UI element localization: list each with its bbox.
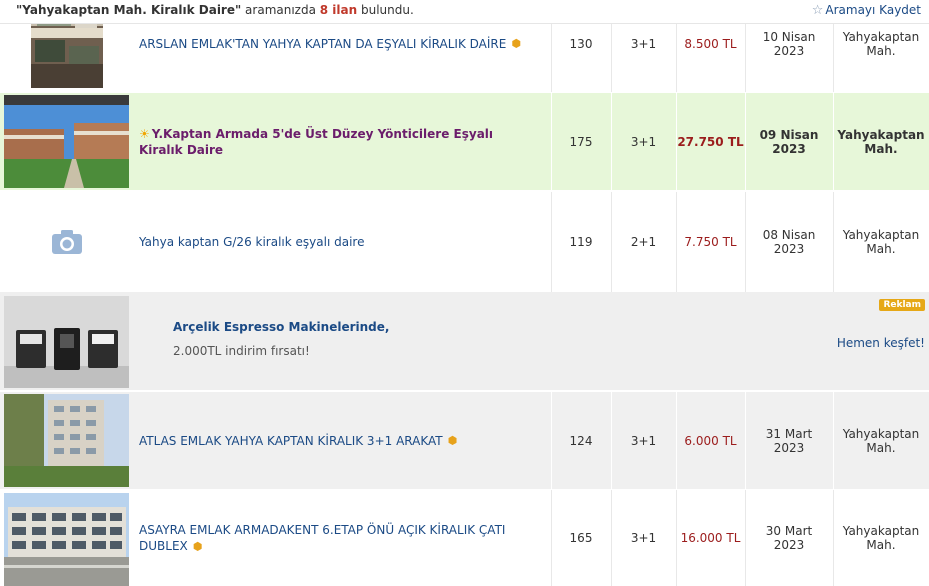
listing-title[interactable]: ATLAS EMLAK YAHYA KAPTAN KİRALIK 3+1 ARA… xyxy=(139,392,539,489)
listing-row-featured[interactable]: ☀ Y.Kaptan Armada 5'de Üst Düzey Yöntici̇… xyxy=(0,93,929,190)
pin-icon: ⬢ xyxy=(192,539,203,553)
save-search-button[interactable]: ☆ Aramayı Kaydet xyxy=(812,3,921,18)
listing-title[interactable]: ASAYRA EMLAK ARMADAKENT 6.ETAP ÖNÜ AÇIK … xyxy=(139,490,519,586)
ad-row[interactable]: Arçelik Espresso Makinelerinde, 2.000TL … xyxy=(0,292,929,390)
listing-location: Yahyakaptan Mah. xyxy=(837,127,925,156)
listing-thumbnail[interactable] xyxy=(4,95,129,188)
listing-date: 31 Mart 2023 xyxy=(765,426,813,455)
listing-row[interactable]: ASAYRA EMLAK ARMADAKENT 6.ETAP ÖNÜ AÇIK … xyxy=(0,490,929,586)
ad-badge: Reklam xyxy=(879,299,925,311)
listing-location: Yahyakaptan Mah. xyxy=(842,524,920,552)
star-outline-icon: ☆ xyxy=(811,3,824,18)
search-summary: "Yahyakaptan Mah. Kiralık Daire" aramanı… xyxy=(16,3,414,17)
listing-price: 16.000 TL xyxy=(680,531,741,545)
listing-thumbnail-placeholder[interactable] xyxy=(4,192,129,292)
listing-location: Yahyakaptan Mah. xyxy=(842,426,920,455)
listing-location: Yahyakaptan Mah. xyxy=(842,228,920,256)
ad-thumbnail[interactable] xyxy=(4,296,129,388)
listing-price: 7.750 TL xyxy=(684,235,737,249)
listing-row[interactable]: Yahya kaptan G/26 kiralık eşyalı daire 1… xyxy=(0,192,929,292)
search-summary-suffix: bulundu. xyxy=(357,3,414,17)
listing-price: 6.000 TL xyxy=(684,433,737,448)
search-query: "Yahyakaptan Mah. Kiralık Daire" xyxy=(16,3,242,17)
listing-m2: 175 xyxy=(569,134,593,149)
listing-m2: 165 xyxy=(569,531,593,545)
ad-title[interactable]: Arçelik Espresso Makinelerinde, xyxy=(173,320,389,334)
listing-rooms: 2+1 xyxy=(630,235,657,249)
listing-thumbnail[interactable] xyxy=(4,394,129,487)
result-count: 8 ilan xyxy=(319,3,358,17)
listing-rooms: 3+1 xyxy=(630,531,657,545)
listing-rooms: 3+1 xyxy=(630,433,657,448)
listing-price: 27.750 TL xyxy=(677,134,744,149)
pin-icon: ⬢ xyxy=(511,37,521,50)
listing-thumbnail[interactable] xyxy=(4,493,129,586)
listing-m2: 119 xyxy=(569,235,593,249)
listing-m2: 124 xyxy=(569,433,593,448)
listing-date: 30 Mart 2023 xyxy=(765,524,813,552)
listing-date: 08 Nisan 2023 xyxy=(762,228,816,256)
ad-cta-link[interactable]: Hemen keşfet! xyxy=(837,336,925,350)
listing-rooms: 3+1 xyxy=(630,134,657,149)
listing-row[interactable]: ATLAS EMLAK YAHYA KAPTAN KİRALIK 3+1 ARA… xyxy=(0,392,929,489)
listing-title[interactable]: ☀ Y.Kaptan Armada 5'de Üst Düzey Yöntici̇… xyxy=(139,93,539,190)
listing-title[interactable]: Yahya kaptan G/26 kiralık eşyalı daire xyxy=(139,192,539,292)
results-header: "Yahyakaptan Mah. Kiralık Daire" aramanı… xyxy=(0,0,929,24)
pin-icon: ⬢ xyxy=(447,433,458,447)
ad-subtitle: 2.000TL indirim fırsatı! xyxy=(173,344,310,358)
sun-icon: ☀ xyxy=(139,126,150,141)
camera-icon xyxy=(51,230,82,254)
listing-date: 09 Nisan 2023 xyxy=(759,127,819,156)
search-summary-middle: aramanızda xyxy=(241,3,320,17)
save-search-label: Aramayı Kaydet xyxy=(825,3,921,17)
